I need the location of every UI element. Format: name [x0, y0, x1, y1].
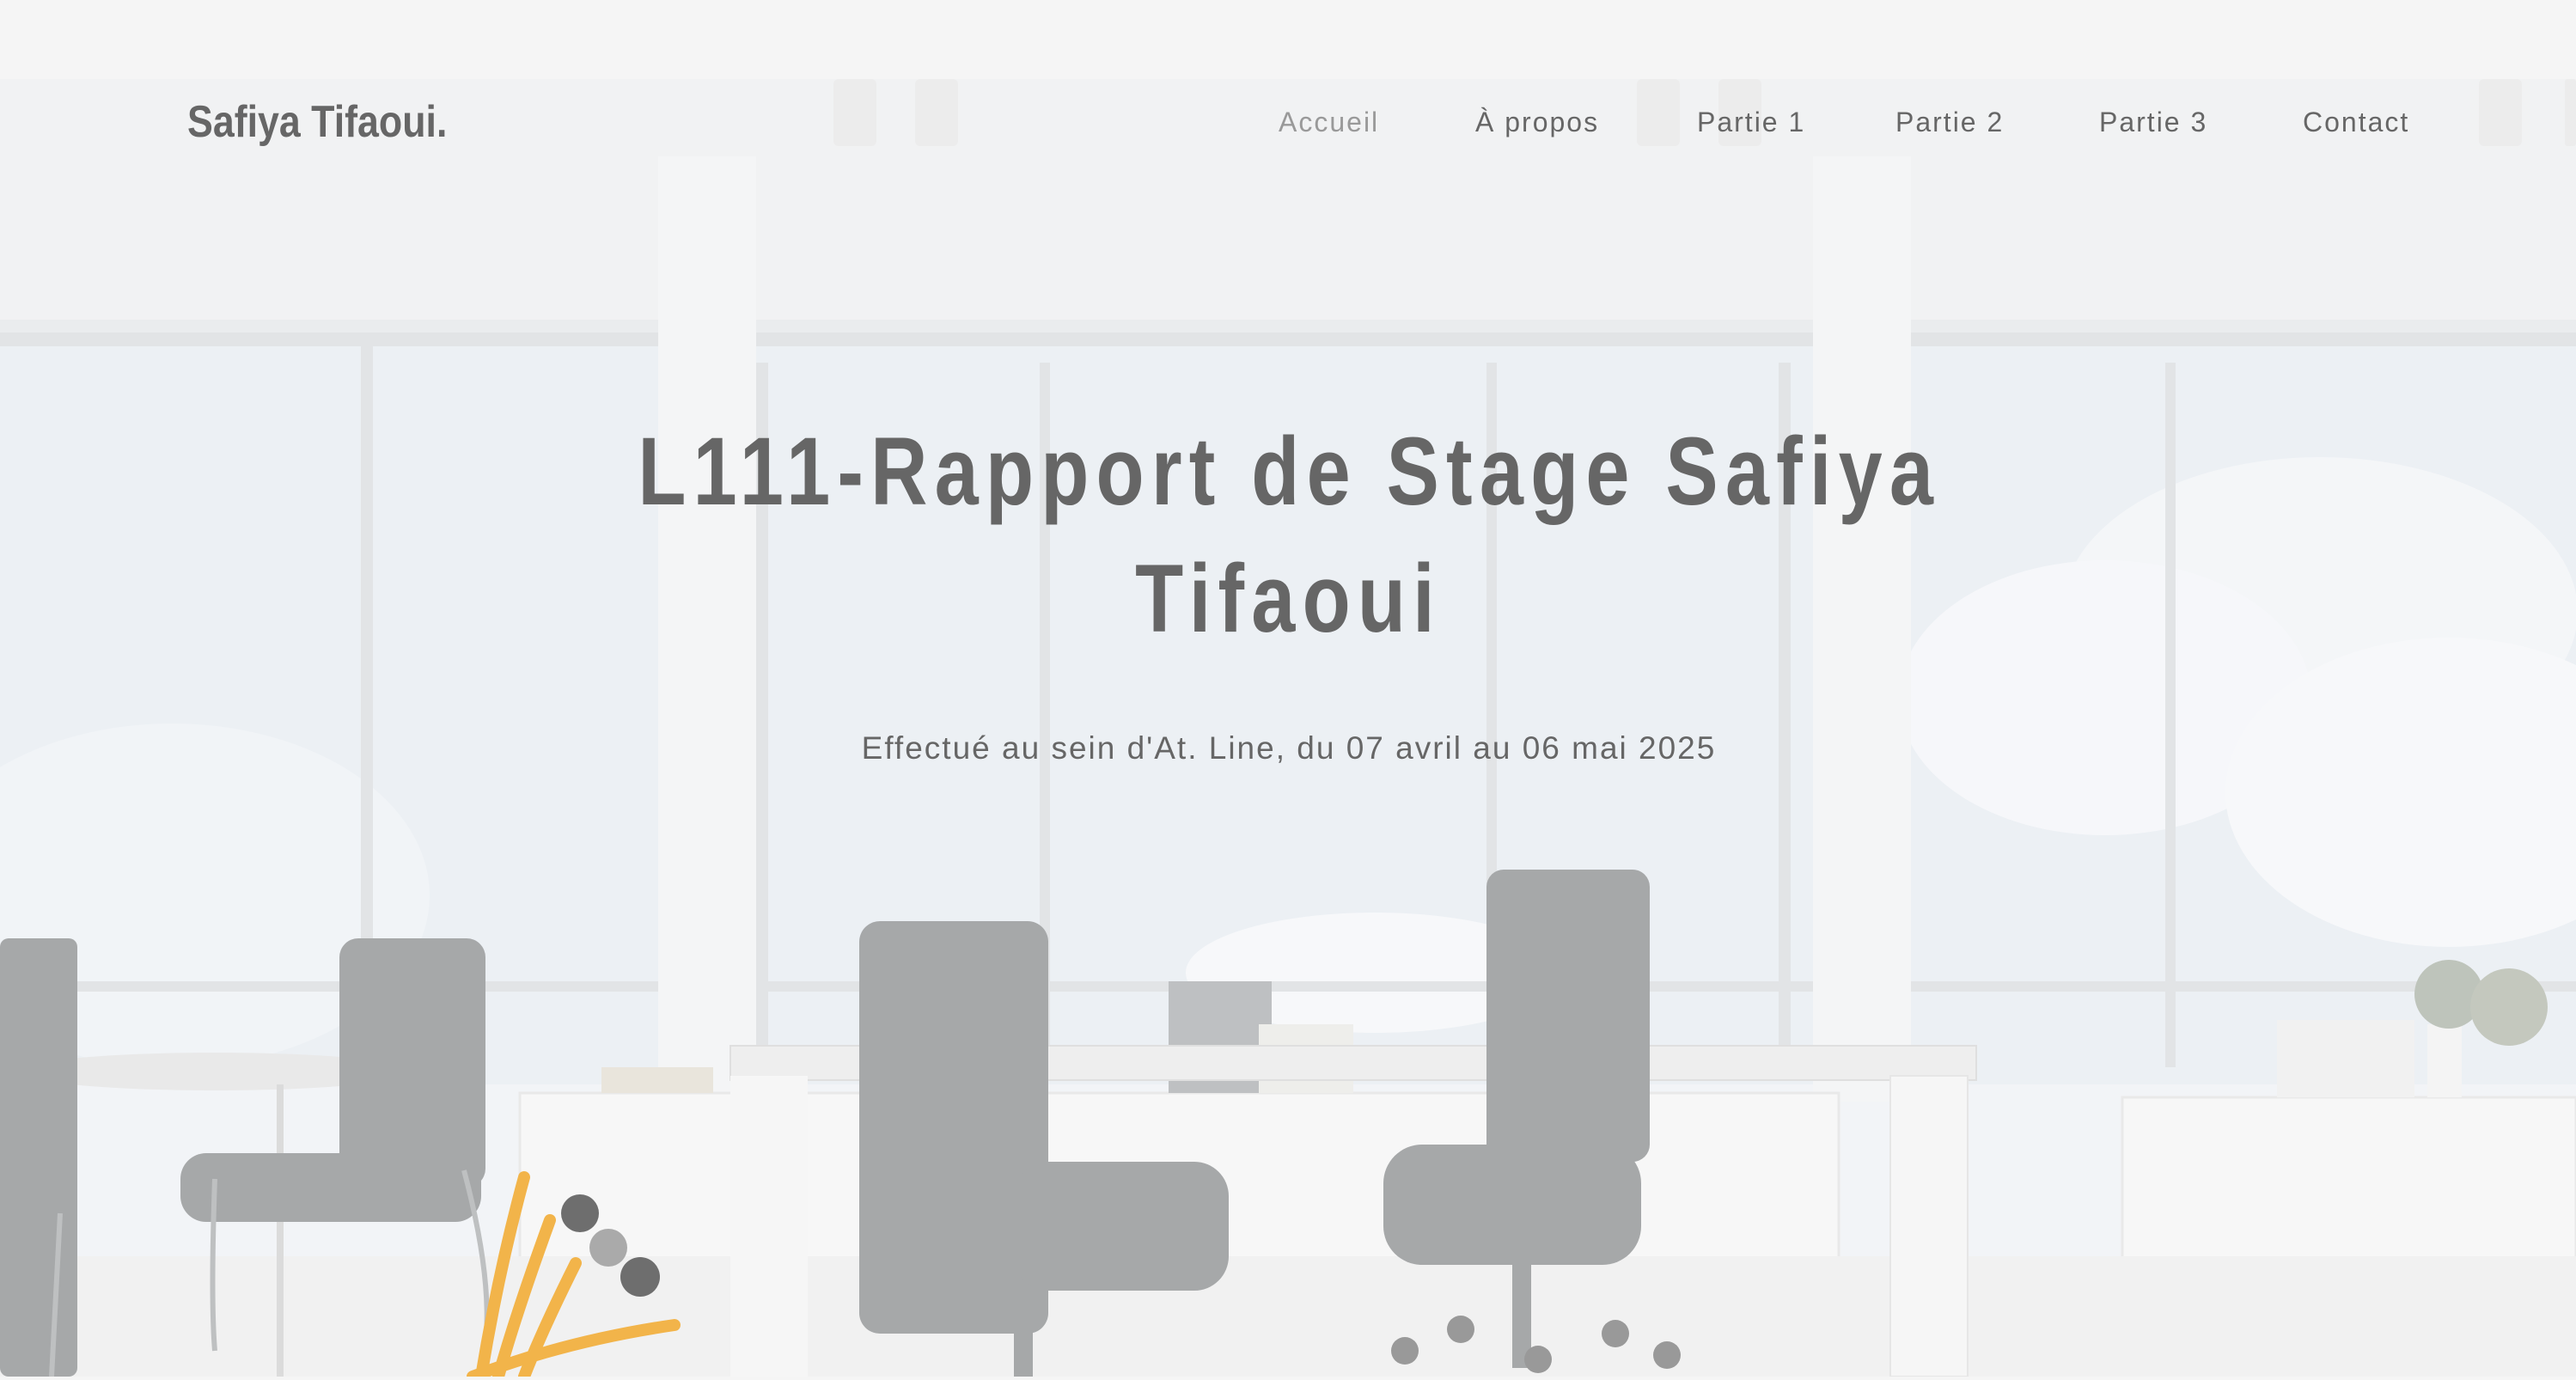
site-header: Safiya Tifaoui. Accueil À propos Partie …	[0, 79, 2576, 165]
office-scene-image	[0, 79, 2576, 1377]
page-title: L111-Rapport de Stage Safiya Tifaoui	[344, 408, 2234, 663]
nav-item-partie-2[interactable]: Partie 2	[1895, 79, 2004, 165]
site-brand[interactable]: Safiya Tifaoui.	[187, 79, 447, 165]
hero-background	[0, 79, 2576, 1377]
page-title-line-2: Tifaoui	[1135, 545, 1443, 652]
page-title-line-1: L111-Rapport de Stage Safiya	[638, 418, 1940, 525]
nav-item-partie-1[interactable]: Partie 1	[1697, 79, 1805, 165]
nav-item-accueil[interactable]: Accueil	[1279, 79, 1379, 165]
nav-item-contact[interactable]: Contact	[2303, 79, 2409, 165]
nav-item-partie-3[interactable]: Partie 3	[2099, 79, 2207, 165]
top-band	[0, 0, 2576, 79]
nav-item-a-propos[interactable]: À propos	[1475, 79, 1599, 165]
page-subtitle: Effectué au sein d'At. Line, du 07 avril…	[861, 730, 1717, 766]
spiral-logo-icon[interactable]	[464, 1169, 687, 1380]
